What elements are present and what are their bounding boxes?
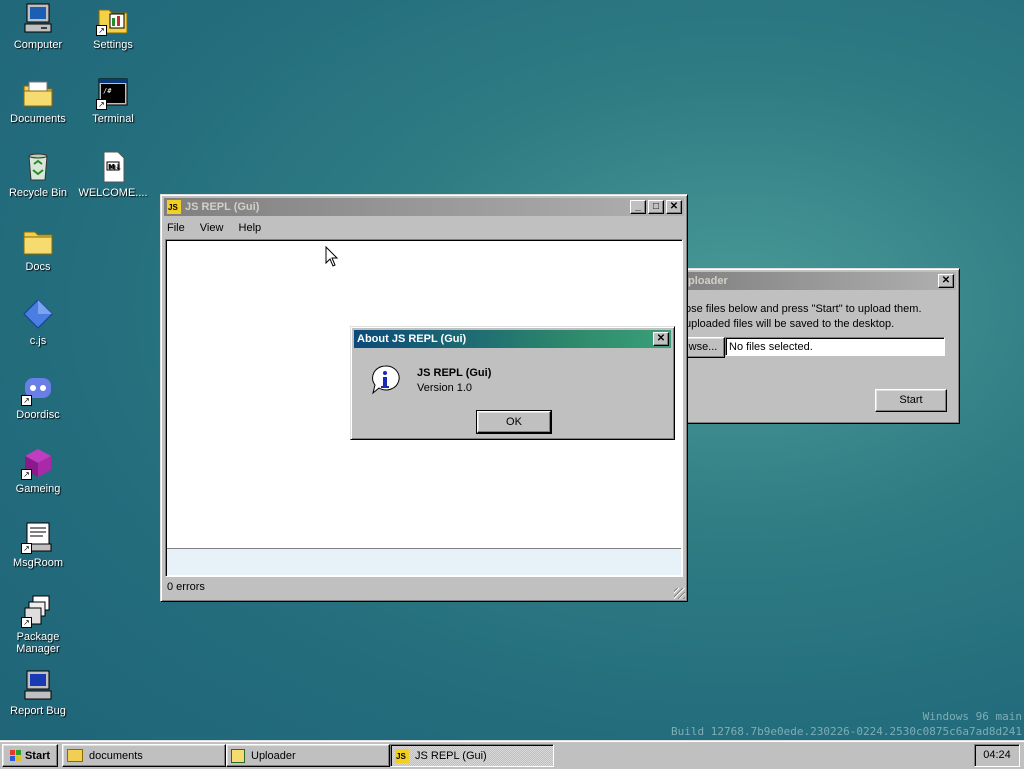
desktop-icon-label: Doordisc bbox=[16, 409, 60, 421]
desktop-icon-label: Report Bug bbox=[10, 705, 66, 717]
maximize-icon[interactable]: □ bbox=[648, 200, 664, 214]
windows-logo-icon bbox=[9, 750, 21, 761]
documents-folder-icon bbox=[21, 76, 55, 110]
discord-icon: ↗ bbox=[21, 372, 55, 406]
js-icon: JS bbox=[167, 200, 181, 214]
shortcut-arrow-icon: ↗ bbox=[21, 469, 32, 480]
info-icon bbox=[369, 364, 401, 396]
desktop-icon-label: Docs bbox=[25, 261, 51, 273]
desktop-icon-cjs[interactable]: c.js bbox=[1, 298, 75, 347]
shortcut-arrow-icon: ↗ bbox=[21, 395, 32, 406]
mouse-cursor-icon bbox=[325, 245, 339, 268]
cube-icon: ↗ bbox=[21, 446, 55, 480]
taskbar: Start documents Uploader JS JS REPL (Gui… bbox=[0, 740, 1024, 769]
settings-icon: ↗ bbox=[96, 2, 130, 36]
task-documents[interactable]: documents bbox=[62, 744, 226, 767]
about-titlebar[interactable]: About JS REPL (Gui) ✕ bbox=[354, 330, 671, 348]
clock: 04:24 bbox=[974, 744, 1020, 767]
package-manager-icon: ↗ bbox=[21, 594, 55, 628]
desktop-icon-computer[interactable]: Computer bbox=[1, 2, 75, 51]
menu-help[interactable]: Help bbox=[239, 222, 262, 234]
terminal-icon: /# ↗ bbox=[96, 76, 130, 110]
watermark-line1: Windows 96 main bbox=[922, 710, 1022, 723]
desktop-icon-terminal[interactable]: /# ↗ Terminal bbox=[76, 76, 150, 125]
svg-text:M↓: M↓ bbox=[108, 163, 121, 171]
menu-view[interactable]: View bbox=[200, 222, 224, 234]
desktop-icon-label: c.js bbox=[29, 335, 47, 347]
build-watermark: Windows 96 main Build 12768.7b9e0ede.230… bbox=[671, 709, 1022, 739]
close-icon[interactable]: ✕ bbox=[666, 200, 682, 214]
file-status-field: No files selected. bbox=[725, 337, 945, 356]
about-app-name: JS REPL (Gui) bbox=[417, 367, 492, 379]
svg-text:/#: /# bbox=[103, 87, 112, 95]
resize-grip-icon[interactable] bbox=[674, 588, 685, 599]
uploader-titlebar[interactable]: ploader ✕ bbox=[674, 272, 956, 290]
about-dialog: About JS REPL (Gui) ✕ JS REPL (Gui) Vers… bbox=[350, 326, 675, 440]
desktop-icon-recycle-bin[interactable]: Recycle Bin bbox=[1, 150, 75, 199]
start-button[interactable]: Start bbox=[2, 744, 58, 767]
repl-title: JS REPL (Gui) bbox=[185, 201, 260, 213]
uploader-line1: ose files below and press "Start" to upl… bbox=[685, 303, 922, 315]
uploader-title: ploader bbox=[688, 275, 728, 287]
desktop-icon-label: Gameing bbox=[15, 483, 61, 495]
uploader-icon bbox=[231, 748, 245, 763]
desktop-icon-label: Terminal bbox=[92, 113, 134, 125]
close-icon[interactable]: ✕ bbox=[938, 274, 954, 288]
desktop-icon-docs[interactable]: Docs bbox=[1, 224, 75, 273]
desktop-icon-label: WELCOME.... bbox=[78, 187, 148, 199]
desktop-icon-msgroom[interactable]: ↗ MsgRoom bbox=[1, 520, 75, 569]
close-icon[interactable]: ✕ bbox=[653, 332, 669, 346]
shortcut-arrow-icon: ↗ bbox=[96, 25, 107, 36]
js-icon: JS bbox=[395, 748, 409, 763]
folder-icon bbox=[67, 749, 83, 762]
task-js-repl[interactable]: JS JS REPL (Gui) bbox=[390, 744, 554, 767]
shortcut-arrow-icon: ↗ bbox=[96, 99, 107, 110]
ok-button[interactable]: OK bbox=[476, 410, 552, 434]
msgroom-icon: ↗ bbox=[21, 520, 55, 554]
desktop-icon-settings[interactable]: ↗ Settings bbox=[76, 2, 150, 51]
repl-titlebar[interactable]: JS JS REPL (Gui) _ □ ✕ bbox=[164, 198, 684, 216]
desktop-icon-doordisc[interactable]: ↗ Doordisc bbox=[1, 372, 75, 421]
desktop-icon-label: Recycle Bin bbox=[8, 187, 68, 199]
repl-status-bar: 0 errors bbox=[167, 581, 205, 593]
desktop-icon-label: Package Manager bbox=[16, 631, 60, 655]
desktop-icon-label: Computer bbox=[13, 39, 63, 51]
about-version: Version 1.0 bbox=[417, 382, 473, 394]
desktop-icon-label: Documents bbox=[10, 113, 66, 125]
uploader-window: ploader ✕ ose files below and press "Sta… bbox=[670, 268, 960, 424]
shortcut-arrow-icon: ↗ bbox=[21, 543, 32, 554]
shortcut-arrow-icon: ↗ bbox=[21, 617, 32, 628]
repl-input-field[interactable] bbox=[167, 548, 681, 575]
menu-file[interactable]: File bbox=[167, 222, 185, 234]
desktop-icon-label: MsgRoom bbox=[12, 557, 64, 569]
desktop-icon-label: Settings bbox=[93, 39, 133, 51]
desktop-icon-gameing[interactable]: ↗ Gameing bbox=[1, 446, 75, 495]
minimize-icon[interactable]: _ bbox=[630, 200, 646, 214]
watermark-line2: Build 12768.7b9e0ede.230226-0224.2530c08… bbox=[671, 725, 1022, 738]
computer-icon bbox=[21, 2, 55, 36]
desktop-icon-report-bug[interactable]: Report Bug bbox=[1, 668, 75, 717]
desktop-icon-documents[interactable]: Documents bbox=[1, 76, 75, 125]
folder-icon bbox=[21, 224, 55, 258]
task-uploader[interactable]: Uploader bbox=[226, 744, 390, 767]
start-upload-button[interactable]: Start bbox=[875, 389, 947, 412]
diamond-icon bbox=[21, 298, 55, 332]
recycle-bin-icon bbox=[21, 150, 55, 184]
repl-menubar: File View Help bbox=[161, 219, 687, 237]
about-title: About JS REPL (Gui) bbox=[357, 333, 467, 345]
report-bug-icon bbox=[21, 668, 55, 702]
uploader-line2: uploaded files will be saved to the desk… bbox=[685, 318, 895, 330]
repl-status-text: 0 errors bbox=[167, 581, 205, 593]
welcome-file-icon: M↓ bbox=[96, 150, 130, 184]
desktop-icon-package-manager[interactable]: ↗ Package Manager bbox=[1, 594, 75, 655]
desktop-icon-welcome[interactable]: M↓ WELCOME.... bbox=[76, 150, 150, 199]
